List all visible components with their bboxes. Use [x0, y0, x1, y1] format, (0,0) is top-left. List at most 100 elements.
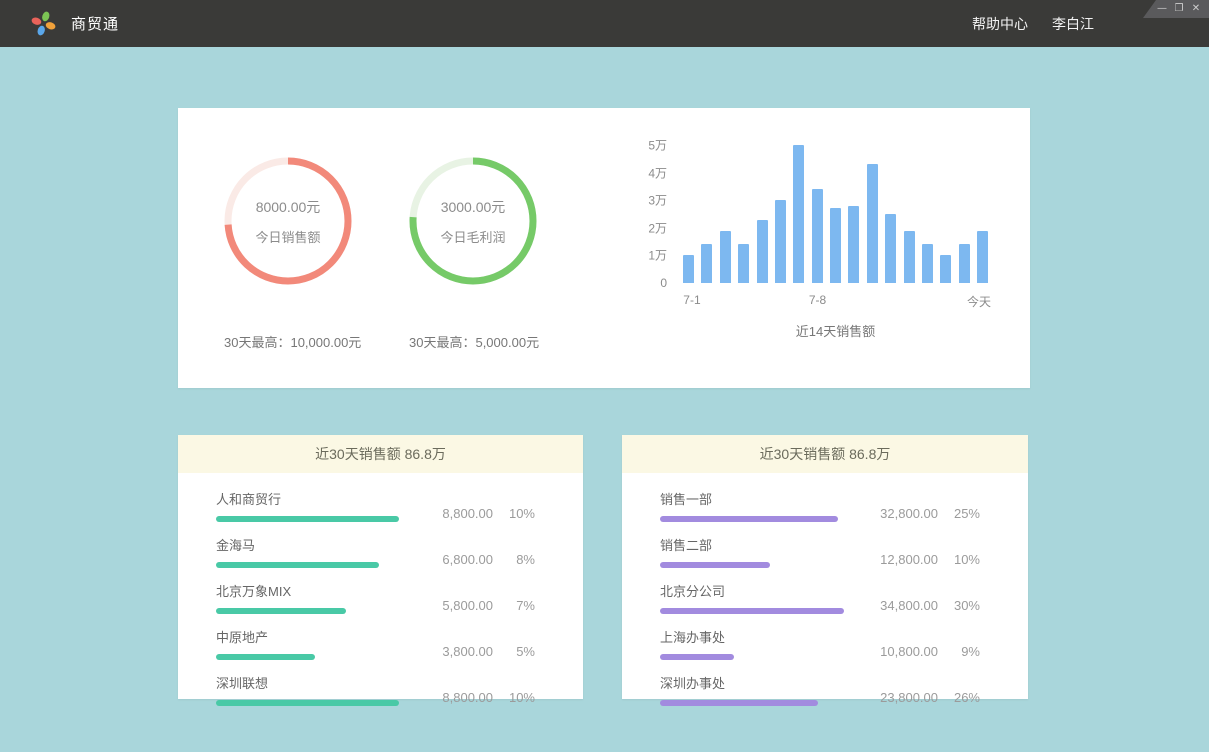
bar-chart-plot [683, 145, 988, 283]
summary-card: 8000.00元 今日销售额 30天最高：10,000.00元 3000.00元… [178, 108, 1030, 388]
close-button[interactable]: ✕ [1191, 4, 1201, 14]
department-sales-card: 近30天销售额 86.8万 销售一部 32,800.0025% 销售二部12,800… [622, 435, 1028, 699]
rank-item-name: 销售一部 [660, 489, 844, 508]
rank-row-left: 北京万象MIX [216, 581, 399, 614]
sales-bar [940, 255, 951, 283]
rank-row-left: 上海办事处 [660, 627, 844, 660]
rank-bar-track [216, 608, 399, 614]
rank-bar-track [216, 562, 399, 568]
sales-bar [830, 208, 841, 283]
rank-figures: 32,800.0025% [860, 506, 980, 522]
rank-item-value: 8,800.00 [415, 506, 493, 521]
rank-row: 深圳办事处23,800.0026% [660, 673, 980, 706]
rank-item-percent: 25% [938, 506, 980, 521]
rank-figures: 5,800.007% [415, 598, 535, 614]
rank-item-percent: 9% [938, 644, 980, 659]
bar-chart-title: 近14天销售额 [683, 321, 988, 340]
today-profit-donut: 3000.00元 今日毛利润 [409, 157, 537, 285]
today-sales-label: 今日销售额 [255, 227, 320, 246]
bar-chart-xaxis: 7-1 7-8 今天 [683, 293, 988, 311]
rank-figures: 6,800.008% [415, 552, 535, 568]
minimize-button[interactable]: — [1157, 4, 1167, 14]
y-axis-tick-label: 4万 [648, 164, 667, 181]
sales-bar [775, 200, 786, 283]
rank-figures: 8,800.0010% [415, 506, 535, 522]
rank-figures: 8,800.0010% [415, 690, 535, 706]
sales-30day-max-caption: 30天最高：10,000.00元 [224, 332, 352, 351]
sales-bar [959, 244, 970, 283]
today-sales-donut: 8000.00元 今日销售额 [224, 157, 352, 285]
rank-figures: 10,800.009% [860, 644, 980, 660]
rank-bar-track [660, 608, 844, 614]
rank-item-percent: 30% [938, 598, 980, 613]
rank-item-percent: 8% [493, 552, 535, 567]
y-axis-tick-label: 1万 [648, 247, 667, 264]
today-sales-ring-group: 8000.00元 今日销售额 30天最高：10,000.00元 [224, 157, 352, 351]
rank-bar [660, 654, 734, 660]
rank-item-percent: 10% [493, 506, 535, 521]
rank-bar [216, 608, 346, 614]
sales-bar [977, 231, 988, 283]
department-sales-card-title: 近30天销售额 86.8万 [622, 435, 1028, 473]
rank-item-name: 深圳办事处 [660, 673, 844, 692]
maximize-button[interactable]: ❐ [1174, 4, 1184, 14]
rank-item-name: 金海马 [216, 535, 399, 554]
rank-row: 金海马 6,800.008% [216, 535, 535, 568]
x-axis-tick-label: 7-8 [809, 293, 826, 307]
rank-bar-track [660, 562, 844, 568]
app-header: 商贸通 帮助中心 李白江 [0, 0, 1209, 47]
rank-item-value: 8,800.00 [415, 690, 493, 705]
sales-bar [848, 206, 859, 283]
rank-row-left: 中原地产 [216, 627, 399, 660]
sales-bar [757, 220, 768, 283]
customer-sales-list: 人和商贸行8,800.0010% 金海马 6,800.008% 北京万象MIX 5,80… [178, 473, 583, 706]
help-center-link[interactable]: 帮助中心 [972, 14, 1028, 34]
today-profit-value: 3000.00元 [441, 197, 506, 217]
rank-row: 销售二部12,800.0010% [660, 535, 980, 568]
rank-row: 上海办事处 10,800.009% [660, 627, 980, 660]
sales-bar [885, 214, 896, 283]
sales-bar [867, 164, 878, 283]
rank-row: 中原地产 3,800.005% [216, 627, 535, 660]
rank-item-percent: 10% [938, 552, 980, 567]
rank-bar-track [216, 516, 399, 522]
rank-item-percent: 5% [493, 644, 535, 659]
sales-bar [812, 189, 823, 283]
user-name-link[interactable]: 李白江 [1052, 14, 1094, 34]
rank-item-percent: 10% [493, 690, 535, 705]
rank-row-left: 销售一部 [660, 489, 844, 522]
rank-figures: 3,800.005% [415, 644, 535, 660]
sales-bar [683, 255, 694, 283]
x-axis-tick-label: 今天 [967, 293, 991, 310]
rank-item-name: 上海办事处 [660, 627, 844, 646]
profit-30day-max-caption: 30天最高：5,000.00元 [409, 332, 537, 351]
rank-row: 销售一部 32,800.0025% [660, 489, 980, 522]
y-axis-tick-label: 5万 [648, 137, 667, 154]
rank-item-value: 5,800.00 [415, 598, 493, 613]
x-axis-tick-label: 7-1 [683, 293, 700, 307]
rank-bar [660, 562, 770, 568]
rank-item-value: 34,800.00 [860, 598, 938, 613]
rank-item-name: 北京万象MIX [216, 581, 399, 600]
rank-item-percent: 7% [493, 598, 535, 613]
rank-bar [660, 700, 818, 706]
rank-bar-track [660, 654, 844, 660]
rank-row: 北京万象MIX 5,800.007% [216, 581, 535, 614]
rank-bar [216, 516, 399, 522]
rank-row: 人和商贸行8,800.0010% [216, 489, 535, 522]
rank-row-left: 销售二部 [660, 535, 844, 568]
rank-bar-track [216, 700, 399, 706]
rank-figures: 34,800.0030% [860, 598, 980, 614]
customer-sales-card-title: 近30天销售额 86.8万 [178, 435, 583, 473]
sales-bar [793, 145, 804, 283]
rank-bar [660, 516, 838, 522]
app-title: 商贸通 [71, 13, 119, 34]
rank-bar [216, 700, 399, 706]
sales-bar [922, 244, 933, 283]
rank-row-left: 深圳联想 [216, 673, 399, 706]
rank-item-name: 北京分公司 [660, 581, 844, 600]
y-axis-tick-label: 0 [660, 276, 667, 290]
today-profit-label: 今日毛利润 [440, 227, 505, 246]
customer-sales-card: 近30天销售额 86.8万 人和商贸行8,800.0010% 金海马 6,800.0… [178, 435, 583, 699]
rank-bar [216, 562, 379, 568]
